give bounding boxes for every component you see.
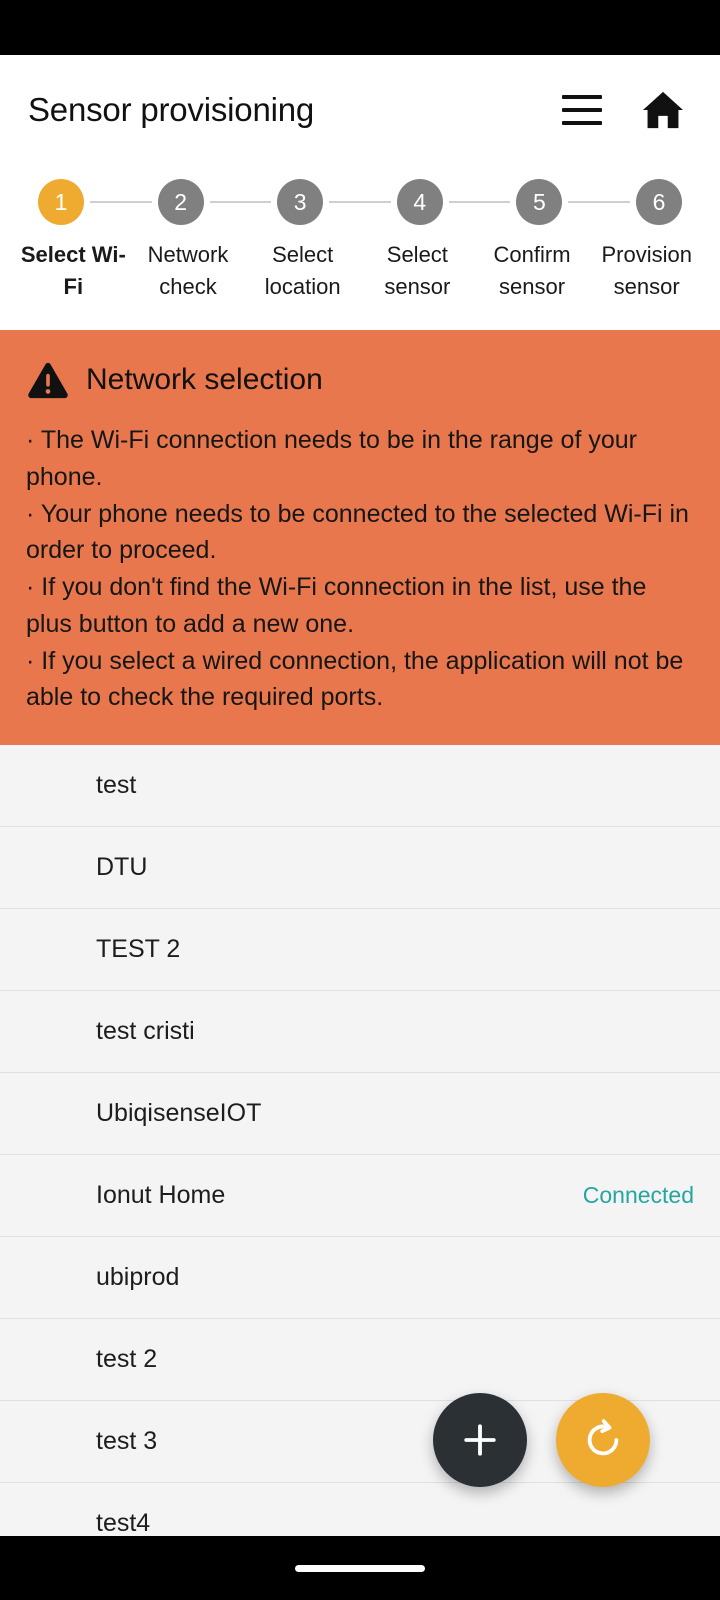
- system-navigation-bar: [0, 1536, 720, 1600]
- stepper-circle-6[interactable]: 6: [635, 179, 682, 225]
- warning-line-3: · If you don't find the Wi-Fi connection…: [26, 573, 647, 638]
- list-item[interactable]: UbiqisenseIOT: [0, 1073, 720, 1155]
- status-bar: [0, 0, 720, 55]
- network-status-connected: Connected: [582, 1182, 694, 1208]
- hamburger-menu-icon[interactable]: [562, 95, 602, 125]
- network-name: test: [96, 771, 137, 799]
- warning-body: · The Wi-Fi connection needs to be in th…: [26, 422, 694, 716]
- stepper-circle-2[interactable]: 2: [157, 179, 204, 225]
- warning-triangle-icon: [28, 362, 68, 399]
- provisioning-stepper: 1 2 3 4 5 6 Select Wi-Fi Network check S…: [0, 165, 720, 330]
- stepper-connector-1: [90, 201, 152, 203]
- warning-header: Network selection: [26, 360, 694, 400]
- plus-icon: [464, 1424, 496, 1456]
- network-name: TEST 2: [96, 935, 181, 963]
- list-item[interactable]: test: [0, 745, 720, 827]
- stepper-number-1: 1: [54, 188, 68, 215]
- stepper-label-6: Provision sensor: [601, 242, 692, 299]
- page-title: Sensor provisioning: [28, 91, 315, 128]
- stepper-circle-1[interactable]: 1: [38, 179, 84, 225]
- stepper-circle-4[interactable]: 4: [396, 179, 443, 225]
- warning-title: Network selection: [86, 363, 323, 396]
- stepper-number-4: 4: [413, 188, 427, 215]
- stepper-label-4: Select sensor: [384, 242, 451, 299]
- list-item[interactable]: test4: [0, 1483, 720, 1535]
- stepper-label-3: Select location: [264, 242, 341, 299]
- stepper-connector-5: [568, 201, 630, 203]
- stepper-connector-4: [448, 201, 511, 203]
- stepper-label-1: Select Wi-Fi: [20, 242, 126, 299]
- network-name: DTU: [96, 853, 148, 881]
- network-name: Ionut Home: [96, 1181, 226, 1209]
- stepper-connector-2: [209, 201, 272, 203]
- list-item[interactable]: TEST 2: [0, 909, 720, 991]
- app-header: Sensor provisioning: [0, 55, 720, 165]
- stepper-number-3: 3: [293, 188, 307, 215]
- network-selection-warning: Network selection · The Wi-Fi connection…: [0, 330, 720, 745]
- warning-line-1: · The Wi-Fi connection needs to be in th…: [26, 426, 637, 491]
- stepper-number-2: 2: [174, 188, 187, 215]
- network-name: UbiqisenseIOT: [96, 1099, 262, 1127]
- list-item[interactable]: test 2: [0, 1319, 720, 1401]
- network-name: test4: [96, 1509, 151, 1535]
- list-item[interactable]: ubiprod: [0, 1237, 720, 1319]
- stepper-number-5: 5: [532, 188, 546, 215]
- refresh-networks-button[interactable]: [556, 1393, 650, 1487]
- home-icon[interactable]: [640, 90, 686, 130]
- stepper-number-6: 6: [652, 188, 666, 215]
- refresh-icon: [587, 1419, 619, 1456]
- stepper-circles: 1 2 3 4 5 6: [16, 165, 704, 225]
- list-item[interactable]: Ionut Home Connected: [0, 1155, 720, 1237]
- header-actions: [562, 90, 692, 130]
- add-network-button[interactable]: [433, 1393, 527, 1487]
- network-name: ubiprod: [96, 1263, 180, 1291]
- stepper-label-5: Confirm sensor: [493, 242, 571, 299]
- stepper-connector-3: [329, 201, 391, 203]
- home-indicator[interactable]: [295, 1564, 425, 1572]
- network-name: test cristi: [96, 1017, 195, 1045]
- stepper-circle-5[interactable]: 5: [516, 179, 563, 225]
- list-item[interactable]: test cristi: [0, 991, 720, 1073]
- stepper-labels: Select Wi-Fi Network check Select locati…: [16, 225, 704, 303]
- stepper-circle-3[interactable]: 3: [277, 179, 324, 225]
- warning-line-2: · Your phone needs to be connected to th…: [26, 499, 689, 565]
- warning-line-4: · If you select a wired connection, the …: [26, 646, 684, 712]
- list-item[interactable]: DTU: [0, 827, 720, 909]
- network-name: test 2: [96, 1345, 158, 1373]
- stepper-label-2: Network check: [147, 242, 229, 299]
